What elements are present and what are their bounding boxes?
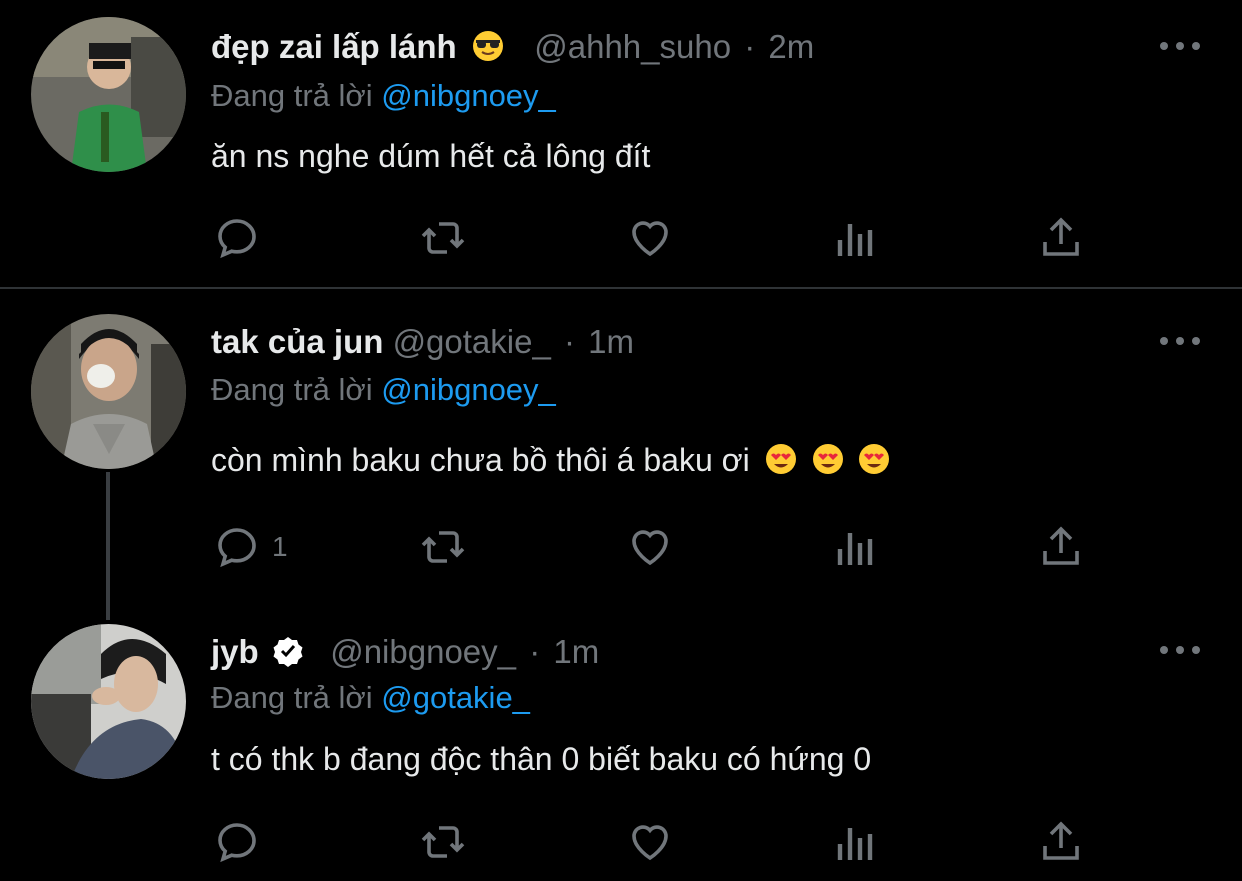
tweet-header: tak của jun @gotakie_ · 1m (211, 322, 634, 362)
replying-to: Đang trả lời @nibgnoey_ (211, 370, 556, 410)
heart-eyes-emoji-icon (765, 444, 796, 474)
action-bar (0, 812, 1242, 872)
reply-icon[interactable] (207, 208, 267, 268)
display-name[interactable]: đẹp zai lấp lánh (211, 28, 457, 65)
views-icon[interactable] (826, 208, 886, 268)
timestamp[interactable]: 1m (588, 323, 634, 360)
replying-prefix: Đang trả lời (211, 372, 373, 407)
display-name[interactable]: jyb (211, 633, 259, 670)
tweet-header: jyb @nibgnoey_ · 1m (211, 632, 599, 672)
divider (0, 287, 1242, 289)
more-icon[interactable] (1158, 36, 1202, 56)
tweet-text: ăn ns nghe dúm hết cả lông đít (211, 138, 651, 174)
replying-to: Đang trả lời @nibgnoey_ (211, 76, 556, 116)
heart-icon[interactable] (620, 517, 680, 577)
heart-icon[interactable] (620, 812, 680, 872)
action-bar: 1 (0, 517, 1242, 577)
timestamp[interactable]: 2m (768, 28, 814, 65)
reply-icon[interactable] (207, 812, 267, 872)
share-icon[interactable] (1031, 812, 1091, 872)
separator-dot: · (529, 633, 541, 670)
share-icon[interactable] (1031, 517, 1091, 577)
retweet-icon[interactable] (413, 208, 473, 268)
timestamp[interactable]: 1m (553, 633, 599, 670)
action-bar (0, 208, 1242, 268)
tweet-text-row: còn mình baku chưa bồ thôi á baku ơi (211, 438, 890, 482)
reply-count: 1 (272, 531, 288, 562)
views-icon[interactable] (826, 812, 886, 872)
handle[interactable]: @nibgnoey_ (330, 633, 516, 670)
handle[interactable]: @ahhh_suho (534, 28, 731, 65)
heart-icon[interactable] (620, 208, 680, 268)
replying-prefix: Đang trả lời (211, 78, 373, 113)
retweet-icon[interactable] (413, 517, 473, 577)
more-icon[interactable] (1158, 640, 1202, 660)
views-icon[interactable] (826, 517, 886, 577)
heart-eyes-emoji-icon (859, 444, 890, 474)
retweet-icon[interactable] (413, 812, 473, 872)
tweet-text: t có thk b đang độc thân 0 biết baku có … (211, 741, 872, 777)
handle[interactable]: @gotakie_ (393, 323, 551, 360)
tweet-text: còn mình baku chưa bồ thôi á baku ơi (211, 442, 750, 478)
sunglasses-emoji-icon (472, 31, 503, 61)
tweet-header: đẹp zai lấp lánh @ahhh_suho · 2m (211, 27, 814, 67)
avatar[interactable] (31, 624, 186, 779)
separator-dot: · (744, 28, 756, 65)
replying-mention[interactable]: @nibgnoey_ (381, 372, 556, 407)
replying-mention[interactable]: @nibgnoey_ (381, 78, 556, 113)
replying-to: Đang trả lời @gotakie_ (211, 678, 530, 718)
share-icon[interactable] (1031, 208, 1091, 268)
avatar[interactable] (31, 17, 186, 172)
heart-eyes-emoji-icon (812, 444, 843, 474)
separator-dot: · (564, 323, 575, 360)
avatar[interactable] (31, 314, 186, 469)
replying-prefix: Đang trả lời (211, 680, 373, 715)
reply-icon[interactable] (207, 517, 267, 577)
more-icon[interactable] (1158, 331, 1202, 351)
display-name[interactable]: tak của jun (211, 323, 383, 360)
verified-icon (273, 637, 303, 667)
replying-mention[interactable]: @gotakie_ (381, 680, 530, 715)
